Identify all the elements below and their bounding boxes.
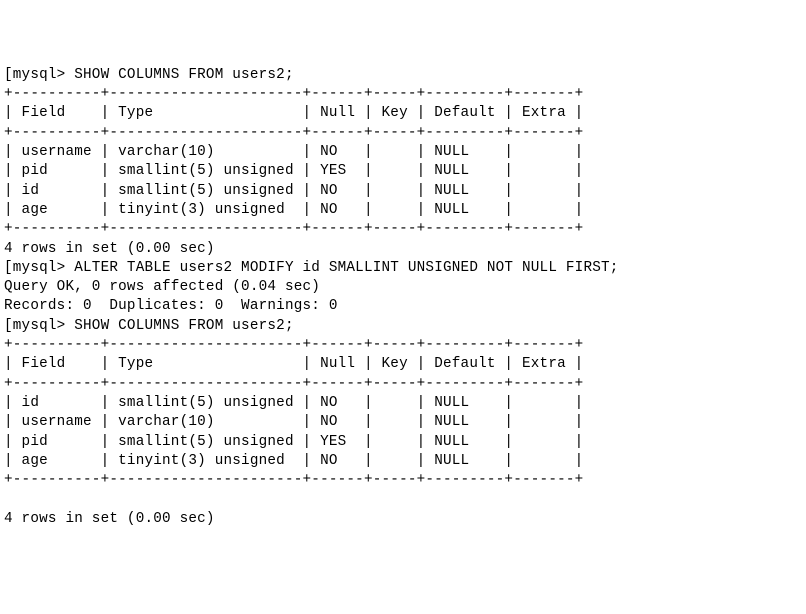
mysql-terminal-output: [mysql> SHOW COLUMNS FROM users2; +-----… bbox=[4, 66, 802, 529]
show-columns-output-2: [mysql> SHOW COLUMNS FROM users2; +-----… bbox=[4, 317, 802, 529]
alter-table-output: [mysql> ALTER TABLE users2 MODIFY id SMA… bbox=[4, 259, 802, 317]
show-columns-output-1: [mysql> SHOW COLUMNS FROM users2; +-----… bbox=[4, 66, 802, 259]
